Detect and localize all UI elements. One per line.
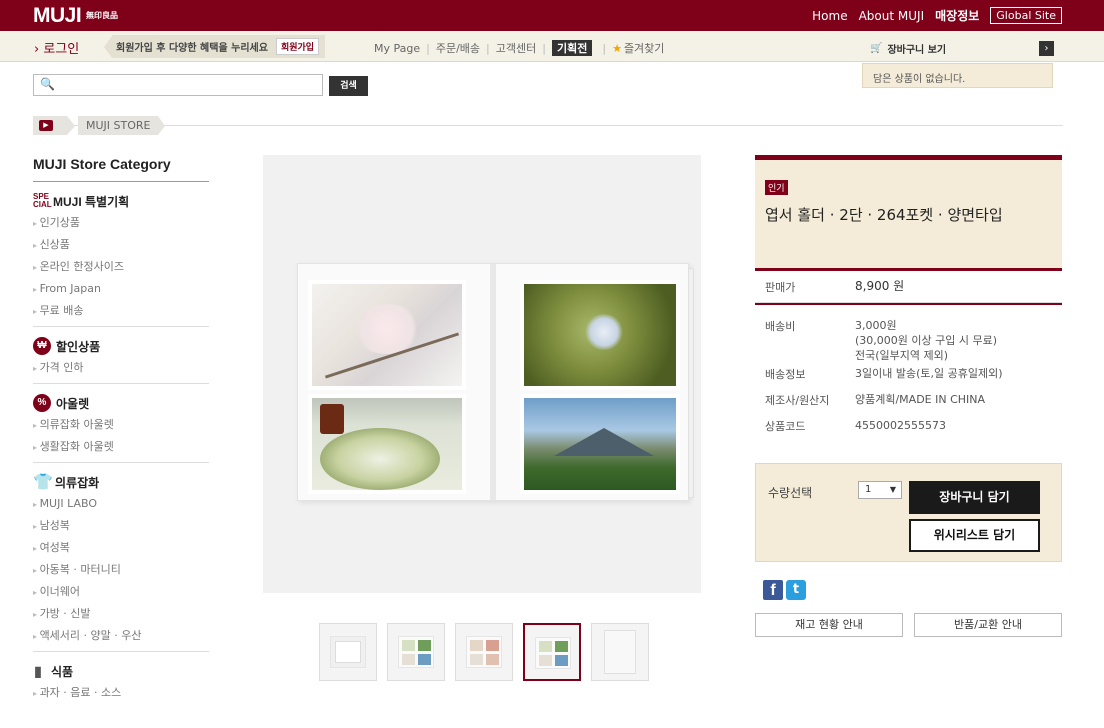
add-to-wishlist-button[interactable]: 위시리스트 담기: [909, 519, 1040, 552]
top-bar: MUJI 無印良品 Home About MUJI 매장정보 Global Si…: [0, 0, 1104, 31]
home-breadcrumb[interactable]: ▶: [33, 116, 75, 135]
global-site-button[interactable]: Global Site: [990, 7, 1062, 24]
purchase-box: 수량선택 1 ▼ 장바구니 담기 위시리스트 담기: [755, 463, 1062, 562]
customer-center-link[interactable]: 고객센터: [496, 40, 536, 56]
favorites-link[interactable]: 즐겨찾기: [624, 40, 664, 56]
sidebar-item[interactable]: 가격 인하: [33, 357, 209, 379]
util-links: My Page | 주문/배송 | 고객센터 | 기획전 | ★ 즐겨찾기: [374, 40, 665, 56]
category-sidebar: MUJI Store Category SPECIAL MUJI 특별기획 인기…: [33, 156, 209, 708]
top-nav: Home About MUJI 매장정보 Global Site: [812, 0, 1062, 31]
sidebar-item[interactable]: 과자 · 음료 · 소스: [33, 682, 209, 704]
star-icon: ★: [612, 41, 622, 55]
search-input[interactable]: 🔍: [33, 74, 323, 96]
sidebar-item[interactable]: 인기상품: [33, 212, 209, 234]
sidebar-title: MUJI Store Category: [33, 156, 209, 182]
add-to-cart-button[interactable]: 장바구니 담기: [909, 481, 1040, 514]
sidebar-item[interactable]: 의류잡화 아울렛: [33, 414, 209, 436]
sidebar-item[interactable]: 이너웨어: [33, 581, 209, 603]
shirt-icon: 👕: [33, 474, 53, 491]
sidebar-item[interactable]: 액세서리 · 양말 · 우산: [33, 625, 209, 647]
nav-stores[interactable]: 매장정보: [935, 7, 979, 24]
breadcrumb: ▶ MUJI STORE: [33, 115, 1063, 137]
nav-home[interactable]: Home: [812, 9, 847, 23]
stock-info-button[interactable]: 재고 현황 안내: [755, 613, 903, 637]
product-main-image[interactable]: [263, 155, 701, 593]
sidebar-item[interactable]: 무료 배송: [33, 300, 209, 322]
cart-icon: 🛒: [870, 42, 883, 54]
price-row: 판매가 8,900 원: [755, 271, 1062, 303]
sidebar-item[interactable]: 가방 · 신발: [33, 603, 209, 625]
popular-badge: 인기: [765, 180, 788, 195]
join-button[interactable]: 회원가입: [275, 38, 320, 55]
product-name: 엽서 홀더 · 2단 · 264포켓 · 양면타입: [765, 206, 1003, 224]
search-button[interactable]: 검색: [329, 76, 368, 96]
shipping-row: 배송비 3,000원 (30,000원 이상 구입 시 무료) 전국(일부지역 …: [765, 319, 998, 362]
album-illustration: [297, 263, 694, 501]
section-header[interactable]: % 아울렛: [33, 392, 209, 414]
product-thumbnail[interactable]: [523, 623, 581, 681]
sidebar-item[interactable]: 여성복: [33, 537, 209, 559]
section-header[interactable]: ₩ 할인상품: [33, 335, 209, 357]
special-icon: SPE CIAL: [33, 192, 52, 209]
sidebar-item[interactable]: 생활잡화 아울렛: [33, 436, 209, 458]
sidebar-section-food: ▮ 식품 과자 · 음료 · 소스: [33, 652, 209, 708]
quantity-select[interactable]: 1 ▼: [858, 481, 902, 499]
cart-empty-message: 담은 상품이 없습니다.: [862, 63, 1053, 88]
section-header[interactable]: SPE CIAL MUJI 특별기획: [33, 190, 209, 212]
product-info: 인기 엽서 홀더 · 2단 · 264포켓 · 양면타입 판매가 8,900 원…: [755, 155, 1062, 444]
logo-subtitle: 無印良品: [86, 11, 118, 20]
percent-icon: %: [33, 394, 51, 412]
sidebar-item[interactable]: 아동복 · 마터니티: [33, 559, 209, 581]
chevron-down-icon: ▼: [889, 485, 896, 494]
mypage-link[interactable]: My Page: [374, 42, 420, 55]
plan-link[interactable]: 기획전: [551, 40, 593, 56]
muji-logo[interactable]: MUJI: [33, 4, 82, 28]
product-thumbnail[interactable]: [455, 623, 513, 681]
sidebar-section-discount: ₩ 할인상품 가격 인하: [33, 327, 209, 384]
sidebar-item[interactable]: 신상품: [33, 234, 209, 256]
breadcrumb-item[interactable]: MUJI STORE: [78, 116, 166, 135]
code-row: 상품코드 4550002555573: [765, 419, 946, 433]
orders-link[interactable]: 주문/배송: [436, 40, 480, 56]
quantity-label: 수량선택: [768, 486, 813, 500]
section-header[interactable]: 👕 의류잡화: [33, 471, 209, 493]
thumbnail-strip: [319, 623, 649, 681]
sidebar-item[interactable]: MUJI LABO: [33, 493, 209, 515]
social-share: f t: [763, 580, 806, 600]
product-thumbnail[interactable]: [319, 623, 377, 681]
sidebar-section-apparel: 👕 의류잡화 MUJI LABO 남성복 여성복 아동복 · 마터니티 이너웨어…: [33, 463, 209, 652]
home-icon: ▶: [39, 120, 53, 131]
sidebar-item[interactable]: 남성복: [33, 515, 209, 537]
product-price: 8,900 원: [855, 279, 905, 293]
discount-icon: ₩: [33, 337, 51, 355]
section-header[interactable]: ▮ 식품: [33, 660, 209, 682]
product-title-box: 인기 엽서 홀더 · 2단 · 264포켓 · 양면타입: [755, 155, 1062, 268]
product-thumbnail[interactable]: [387, 623, 445, 681]
maker-row: 제조사/원산지 양품계획/MADE IN CHINA: [765, 393, 986, 407]
delivery-row: 배송정보 3일이내 발송(토,일 공휴일제외): [765, 367, 1003, 381]
cart-widget: 🛒 장바구니 보기 › 담은 상품이 없습니다.: [862, 36, 1062, 91]
sidebar-item[interactable]: From Japan: [33, 278, 209, 300]
return-info-button[interactable]: 반품/교환 안내: [914, 613, 1062, 637]
search-icon: 🔍: [40, 77, 55, 91]
bottle-icon: ▮: [34, 662, 42, 679]
promo-banner: 회원가입 후 다양한 혜택을 누리세요 회원가입: [104, 35, 326, 58]
cart-header[interactable]: 🛒 장바구니 보기: [862, 36, 1062, 60]
twitter-icon[interactable]: t: [786, 580, 806, 600]
sidebar-section-special: SPECIAL MUJI 특별기획 인기상품 신상품 온라인 한정사이즈 Fro…: [33, 182, 209, 327]
cart-arrow-icon[interactable]: ›: [1039, 41, 1054, 56]
nav-about[interactable]: About MUJI: [859, 9, 925, 23]
product-thumbnail[interactable]: [591, 623, 649, 681]
cart-title: 장바구니 보기: [887, 44, 947, 56]
sidebar-item[interactable]: 온라인 한정사이즈: [33, 256, 209, 278]
facebook-icon[interactable]: f: [763, 580, 783, 600]
sidebar-section-outlet: % 아울렛 의류잡화 아울렛 생활잡화 아울렛: [33, 384, 209, 463]
login-link[interactable]: › 로그인: [34, 38, 79, 57]
promo-text: 회원가입 후 다양한 혜택을 누리세요: [116, 43, 268, 54]
